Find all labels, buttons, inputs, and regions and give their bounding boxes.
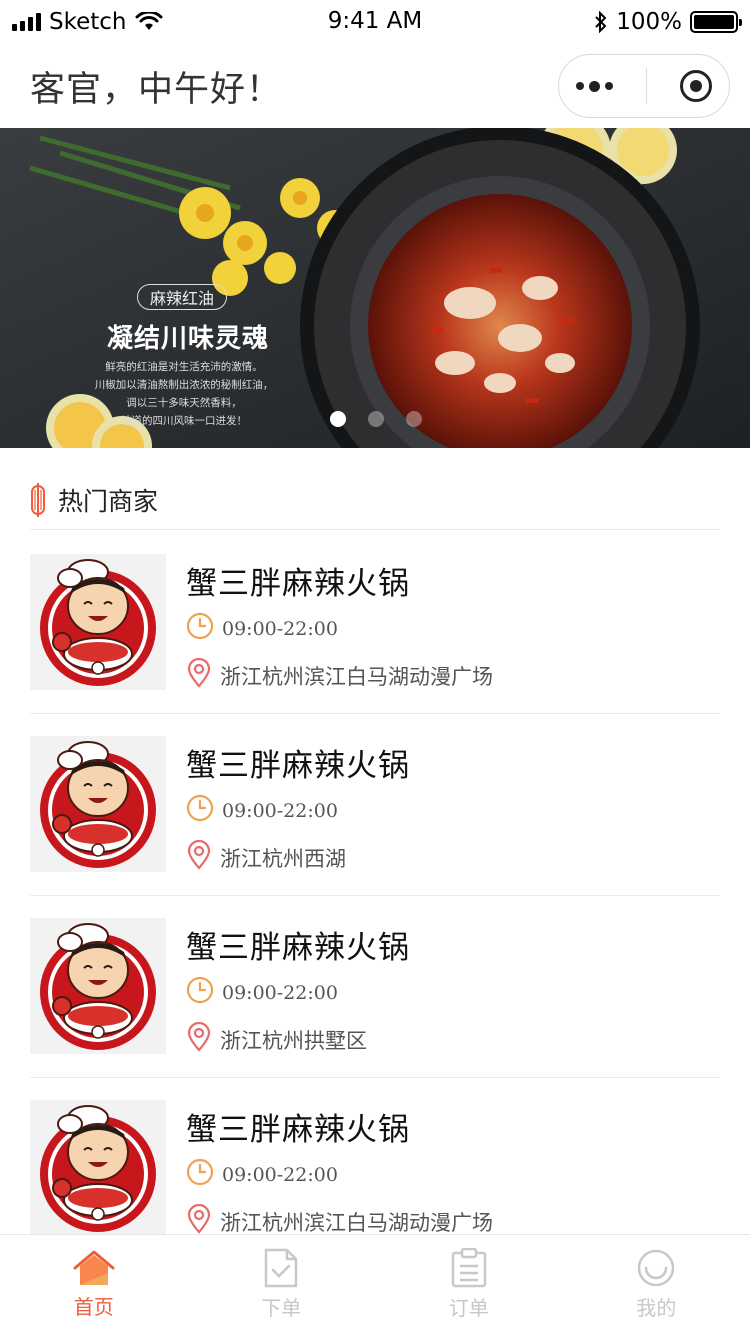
shop-address-text: 浙江杭州拱墅区 — [220, 1028, 367, 1053]
shop-address: 浙江杭州滨江白马湖动漫广场 — [186, 1203, 493, 1235]
tab-orders[interactable]: 订单 — [375, 1235, 563, 1334]
shop-logo — [30, 736, 166, 872]
tab-label: 下单 — [261, 1296, 302, 1320]
banner-desc-line: 调以三十多味天然香料， — [126, 397, 242, 409]
status-bar: Sketch 9:41 AM 100% — [0, 0, 750, 44]
banner-desc-line: 地道的四川风味一口进发！ — [121, 415, 247, 427]
shop-logo — [30, 1100, 166, 1234]
shop-name: 蟹三胖麻辣火锅 — [186, 930, 410, 966]
banner-dot-1[interactable] — [330, 411, 346, 427]
status-right: 100% — [594, 9, 742, 35]
capsule-divider — [645, 68, 647, 104]
shop-card[interactable]: 蟹三胖麻辣火锅 09:00-22:00 浙江杭州滨江白马湖动漫广场 — [30, 1078, 720, 1234]
tab-bar: 首页 下单 订单 我的 — [0, 1234, 750, 1334]
banner-description: 鲜亮的红油是对生活充沛的激情。 川椒加以清油熬制出浓浓的秘制红油， 调以三十多味… — [84, 358, 284, 430]
shop-logo — [30, 918, 166, 1054]
shop-address: 浙江杭州滨江白马湖动漫广场 — [186, 657, 493, 693]
shop-hours-text: 09:00-22:00 — [222, 799, 338, 822]
tab-home[interactable]: 首页 — [0, 1235, 188, 1334]
status-left: Sketch — [12, 9, 163, 35]
location-pin-icon — [186, 1203, 212, 1234]
bluetooth-icon — [595, 11, 607, 33]
greeting-title: 客官，中午好！ — [30, 69, 283, 110]
clock-icon — [186, 794, 214, 827]
tab-mine[interactable]: 我的 — [563, 1235, 750, 1334]
tab-place-order[interactable]: 下单 — [188, 1235, 376, 1334]
shop-hours: 09:00-22:00 — [186, 976, 338, 1009]
carrier-label: Sketch — [49, 9, 127, 35]
banner-dot-2[interactable] — [368, 411, 384, 427]
hero-banner[interactable]: 麻辣红油 凝结川味灵魂 鲜亮的红油是对生活充沛的激情。 川椒加以清油熬制出浓浓的… — [0, 128, 750, 448]
close-miniprogram-button[interactable] — [680, 70, 713, 102]
banner-pagination — [330, 411, 422, 427]
smile-icon — [638, 1249, 675, 1287]
shop-address: 浙江杭州拱墅区 — [186, 1021, 367, 1057]
shop-card[interactable]: 蟹三胖麻辣火锅 09:00-22:00 浙江杭州滨江白马湖动漫广场 — [30, 532, 720, 714]
banner-tag: 麻辣红油 — [137, 284, 227, 310]
clipboard-icon — [451, 1248, 486, 1288]
shop-hours: 09:00-22:00 — [186, 1158, 338, 1191]
miniprogram-capsule — [558, 54, 730, 118]
shop-logo — [30, 554, 166, 690]
shop-list: 蟹三胖麻辣火锅 09:00-22:00 浙江杭州滨江白马湖动漫广场 蟹三胖麻辣火… — [30, 532, 720, 1234]
signal-icon — [12, 13, 41, 31]
shop-hours: 09:00-22:00 — [186, 612, 338, 645]
clock-icon — [186, 976, 214, 1009]
banner-dot-3[interactable] — [406, 411, 422, 427]
page-header: 客官，中午好！ — [0, 44, 750, 128]
location-pin-icon — [186, 1021, 212, 1057]
battery-label: 100% — [616, 9, 682, 35]
shop-address-text: 浙江杭州滨江白马湖动漫广场 — [220, 664, 493, 689]
banner-title: 凝结川味灵魂 — [107, 324, 270, 354]
clock-icon — [186, 612, 214, 645]
shop-name: 蟹三胖麻辣火锅 — [186, 748, 410, 784]
shop-hours-text: 09:00-22:00 — [222, 617, 338, 640]
shop-name: 蟹三胖麻辣火锅 — [186, 566, 410, 602]
shop-hours-text: 09:00-22:00 — [222, 981, 338, 1004]
lantern-icon — [31, 482, 45, 517]
hot-shops-header: 热门商家 — [30, 472, 720, 530]
tab-label: 首页 — [73, 1295, 114, 1319]
shop-hours: 09:00-22:00 — [186, 794, 338, 827]
shop-card[interactable]: 蟹三胖麻辣火锅 09:00-22:00 浙江杭州拱墅区 — [30, 896, 720, 1078]
shop-address: 浙江杭州西湖 — [186, 839, 346, 875]
shop-address-text: 浙江杭州西湖 — [220, 846, 346, 871]
shop-hours-text: 09:00-22:00 — [222, 1163, 338, 1186]
banner-desc-line: 鲜亮的红油是对生活充沛的激情。 — [105, 361, 263, 373]
clock-icon — [186, 1158, 214, 1191]
shop-card[interactable]: 蟹三胖麻辣火锅 09:00-22:00 浙江杭州西湖 — [30, 714, 720, 896]
shop-name: 蟹三胖麻辣火锅 — [186, 1112, 410, 1148]
section-title: 热门商家 — [58, 486, 159, 516]
order-doc-icon — [265, 1248, 298, 1288]
wifi-icon — [135, 12, 162, 30]
shop-address-text: 浙江杭州滨江白马湖动漫广场 — [220, 1210, 493, 1235]
more-menu-button[interactable] — [575, 80, 613, 92]
location-pin-icon — [186, 657, 212, 693]
home-icon — [73, 1250, 115, 1285]
tab-label: 我的 — [636, 1296, 677, 1320]
tab-label: 订单 — [448, 1296, 489, 1320]
banner-desc-line: 川椒加以清油熬制出浓浓的秘制红油， — [94, 379, 274, 391]
location-pin-icon — [186, 839, 212, 875]
battery-icon — [690, 11, 742, 33]
